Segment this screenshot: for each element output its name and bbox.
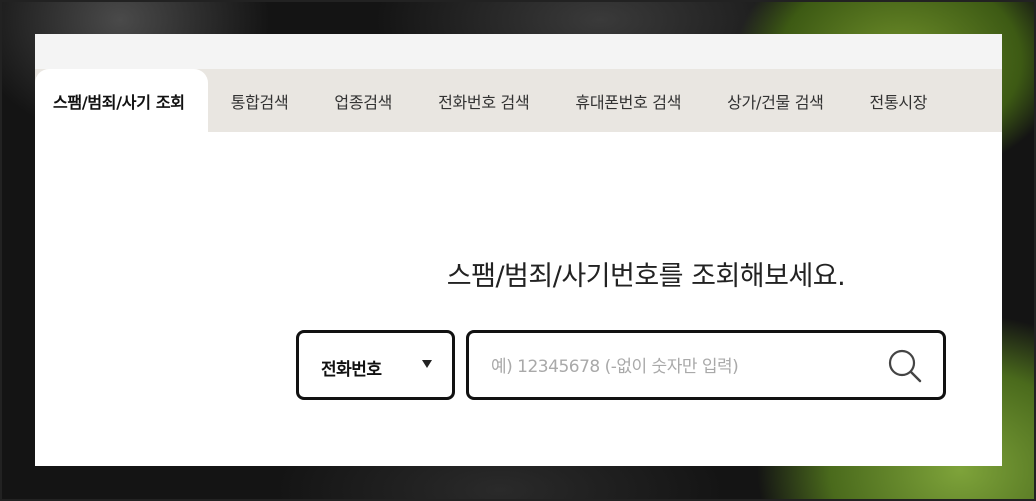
- tab-label: 전화번호 검색: [438, 92, 530, 112]
- tab-label: 통합검색: [230, 92, 289, 112]
- tab-spam-lookup[interactable]: 스팸/범죄/사기 조회: [35, 69, 208, 132]
- caret-down-icon: [422, 360, 432, 368]
- tab-traditional-market[interactable]: 전통시장: [847, 69, 951, 132]
- top-bar: [35, 34, 1002, 69]
- tab-phone-search[interactable]: 전화번호 검색: [415, 69, 552, 132]
- search-panel: 스팸/범죄/사기 조회 통합검색 업종검색 전화번호 검색 휴대폰번호 검색 상…: [35, 34, 1002, 466]
- tab-mobile-search[interactable]: 휴대폰번호 검색: [552, 69, 704, 132]
- tab-label: 업종검색: [334, 92, 393, 112]
- search-type-select[interactable]: 전화번호: [296, 330, 455, 400]
- tab-building-search[interactable]: 상가/건물 검색: [704, 69, 846, 132]
- search-type-value: 전화번호: [321, 360, 382, 380]
- tab-label: 전통시장: [869, 92, 928, 112]
- tab-business-search[interactable]: 업종검색: [311, 69, 415, 132]
- search-input[interactable]: [489, 351, 873, 383]
- tab-label: 스팸/범죄/사기 조회: [53, 92, 185, 112]
- tab-bar: 스팸/범죄/사기 조회 통합검색 업종검색 전화번호 검색 휴대폰번호 검색 상…: [35, 69, 1002, 132]
- page-headline: 스팸/범죄/사기번호를 조회해보세요.: [446, 261, 846, 292]
- tab-integrated-search[interactable]: 통합검색: [208, 69, 312, 132]
- search-icon[interactable]: [887, 348, 923, 384]
- tab-label: 상가/건물 검색: [727, 92, 824, 112]
- search-box: [466, 330, 946, 400]
- tab-label: 휴대폰번호 검색: [575, 92, 682, 112]
